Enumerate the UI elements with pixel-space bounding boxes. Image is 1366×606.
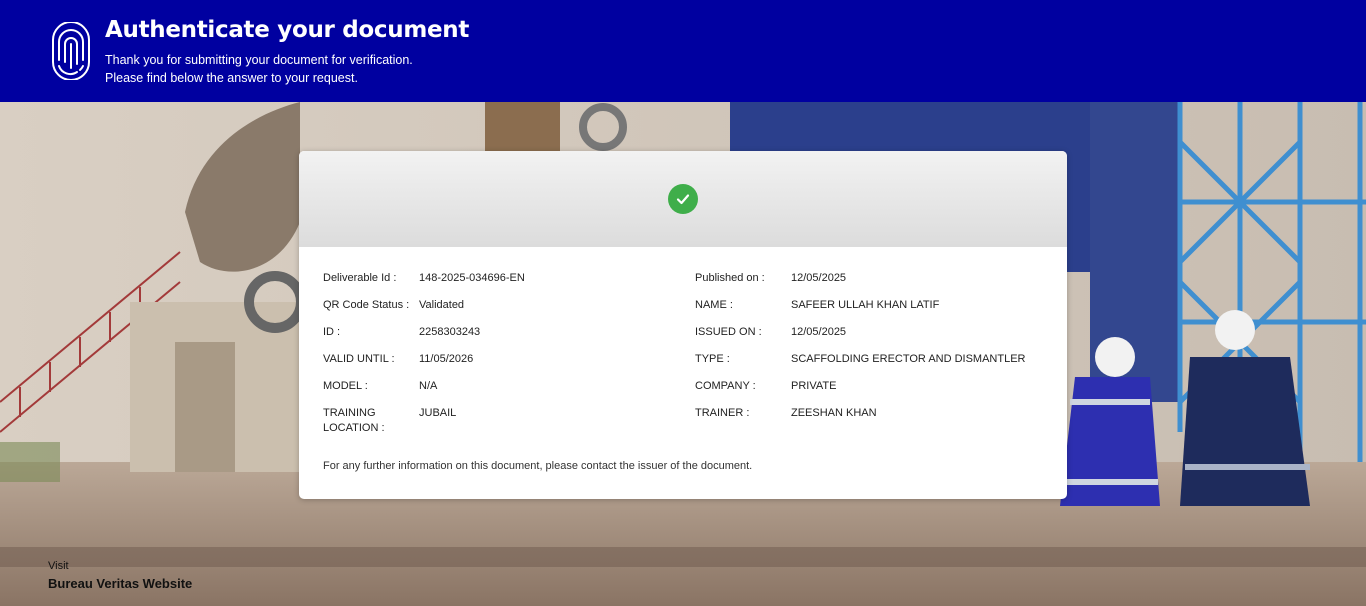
deliverable-id-value: 148-2025-034696-EN	[419, 272, 525, 284]
training-location-label-line2: LOCATION :	[323, 422, 385, 434]
fingerprint-logo-icon	[52, 22, 90, 80]
deliverable-id-label: Deliverable Id :	[323, 272, 397, 284]
card-status-header	[299, 151, 1067, 247]
trainer-label: TRAINER :	[695, 407, 750, 419]
qr-code-status-label: QR Code Status :	[323, 299, 410, 311]
published-on-value: 12/05/2025	[791, 272, 847, 284]
company-label: COMPANY :	[695, 380, 756, 392]
page-header: Authenticate your document Thank you for…	[0, 0, 1366, 102]
visit-section: Visit Bureau Veritas Website	[48, 560, 192, 591]
name-value: SAFEER ULLAH KHAN LATIF	[791, 299, 940, 311]
published-on-label: Published on :	[695, 272, 765, 284]
type-value: SCAFFOLDING ERECTOR AND DISMANTLER	[791, 353, 1026, 365]
qr-code-status-value: Validated	[419, 299, 465, 311]
name-label: NAME :	[695, 299, 733, 311]
model-label: MODEL :	[323, 380, 368, 392]
valid-until-label: VALID UNTIL :	[323, 353, 395, 365]
valid-until-value: 11/05/2026	[419, 353, 474, 365]
subtitle-line-2: Please find below the answer to your req…	[105, 71, 358, 85]
check-circle-icon	[668, 184, 698, 214]
verification-card: Deliverable Id : 148-2025-034696-EN QR C…	[299, 151, 1067, 499]
visit-label: Visit	[48, 560, 69, 572]
training-location-label: TRAINING LOCATION :	[323, 406, 413, 436]
issued-on-value: 12/05/2025	[791, 326, 847, 338]
issued-on-label: ISSUED ON :	[695, 326, 762, 338]
card-footer-note: For any further information on this docu…	[323, 460, 753, 472]
page-subtitle: Thank you for submitting your document f…	[105, 51, 413, 87]
page-title: Authenticate your document	[105, 17, 470, 43]
checkmark-icon	[676, 194, 690, 205]
id-value: 2258303243	[419, 326, 481, 338]
subtitle-line-1: Thank you for submitting your document f…	[105, 53, 413, 67]
bureau-veritas-website-link[interactable]: Bureau Veritas Website	[48, 576, 192, 591]
company-value: PRIVATE	[791, 380, 837, 392]
id-label: ID :	[323, 326, 341, 338]
training-location-label-line1: TRAINING	[323, 407, 376, 419]
model-value: N/A	[419, 380, 438, 392]
training-location-value: JUBAIL	[419, 407, 457, 419]
trainer-value: ZEESHAN KHAN	[791, 407, 877, 419]
type-label: TYPE :	[695, 353, 730, 365]
